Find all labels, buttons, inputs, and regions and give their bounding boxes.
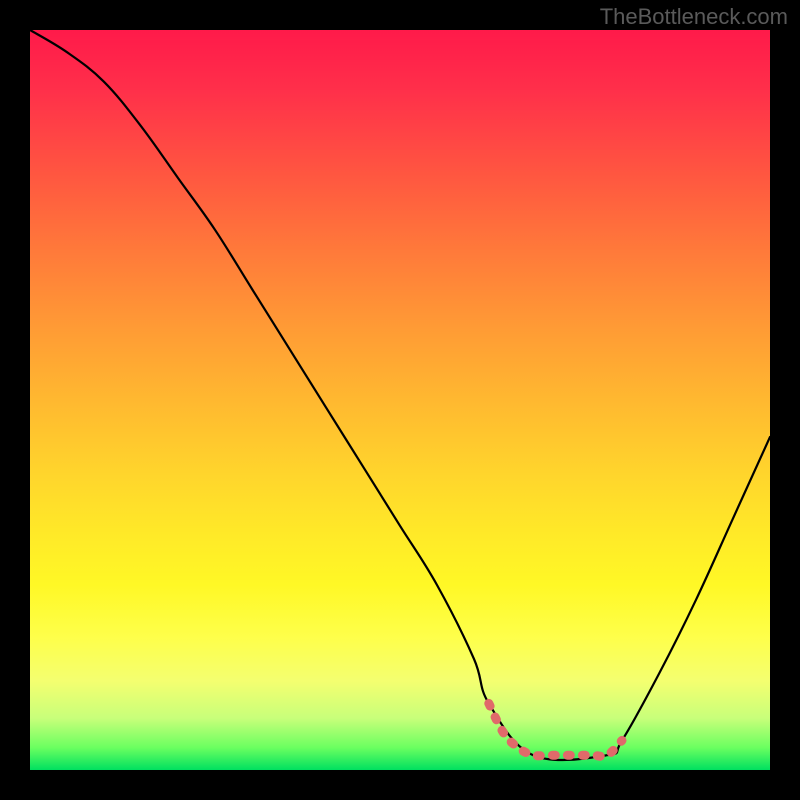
bottleneck-curve-path <box>30 30 770 760</box>
chart-svg <box>30 30 770 770</box>
plot-area <box>30 30 770 770</box>
watermark-text: TheBottleneck.com <box>600 4 788 30</box>
valley-highlight-path <box>489 703 622 756</box>
